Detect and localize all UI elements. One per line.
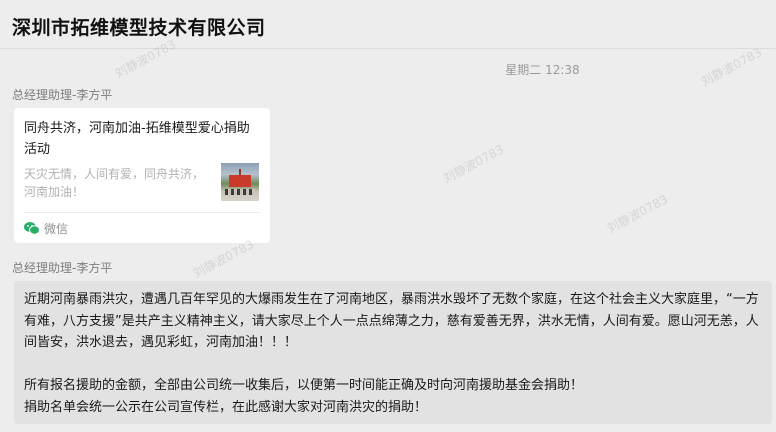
card-description: 天灾无情，人间有爱，同舟共济，河南加油！ xyxy=(24,167,205,199)
message-text: 近期河南暴雨洪灾，遭遇几百年罕见的大爆雨发生在了河南地区，暴雨洪水毁坏了无数个家… xyxy=(24,289,768,418)
wechat-icon xyxy=(24,222,40,235)
chat-title: 深圳市拓维模型技术有限公司 xyxy=(12,17,266,39)
sender-name: 总经理助理-李方平 xyxy=(12,261,113,275)
sender-name: 总经理助理-李方平 xyxy=(12,88,113,102)
card-divider xyxy=(24,212,260,213)
watermark: 刘静波0783 xyxy=(440,142,507,186)
message-paragraph: 所有报名援助的金额，全部由公司统一收集后，以便第一时间能正确及时向河南援助基金会… xyxy=(24,378,584,393)
message-paragraph: 捐助名单会统一公示在公司宣传栏，在此感谢大家对河南洪灾的捐助！ xyxy=(24,399,428,415)
message-paragraph: 近期河南暴雨洪灾，遭遇几百年罕见的大爆雨发生在了河南地区，暴雨洪水毁坏了无数个家… xyxy=(24,292,759,350)
card-title: 同舟共济，河南加油-拓维模型爱心捐助活动 xyxy=(24,121,250,157)
shared-link-card[interactable]: 同舟共济，河南加油-拓维模型爱心捐助活动 天灾无情，人间有爱，同舟共济，河南加油… xyxy=(14,108,270,243)
chat-header: 深圳市拓维模型技术有限公司 xyxy=(0,0,776,49)
card-source-label: 微信 xyxy=(44,222,69,236)
message-bubble: 近期河南暴雨洪灾，遭遇几百年罕见的大爆雨发生在了河南地区，暴雨洪水毁坏了无数个家… xyxy=(14,281,772,424)
watermark: 刘静波0783 xyxy=(604,192,671,236)
message-timestamp: 星期二 12:38 xyxy=(505,63,580,77)
event-photo-thumbnail xyxy=(221,163,259,201)
